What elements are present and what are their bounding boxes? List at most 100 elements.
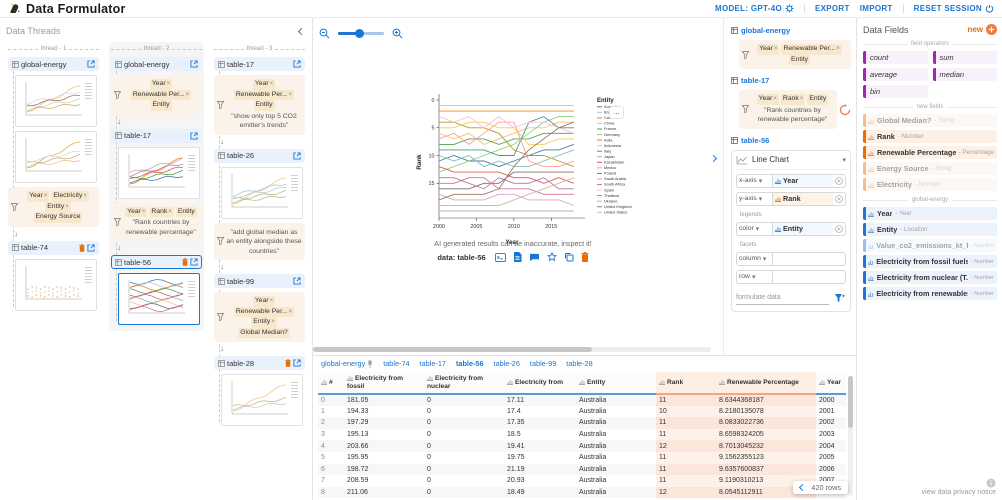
concept-card[interactable]: Year× Electricity×Entity×Energy Source [8,187,99,227]
remove-chip-icon[interactable]: × [773,96,777,102]
data-field-item[interactable]: Renewable Percentage - Percentage [863,146,997,159]
series-United-Kingdom[interactable] [438,121,574,201]
export-button[interactable]: EXPORT [815,4,850,13]
field-chip[interactable]: Entity [253,100,275,111]
concept-card[interactable]: Year× Rank× Entity "Rank countries by renew… [111,202,202,242]
field-chip[interactable]: Year× [756,94,779,105]
model-selector[interactable]: MODEL: GPT-4O [715,4,794,13]
field-chip[interactable]: Renewable Per...× [233,306,295,318]
data-field-item[interactable]: Entity - Location [863,223,997,236]
data-field-item[interactable]: Energy Source - String [863,162,997,175]
export-table-icon[interactable] [293,60,301,68]
operator-chip-bin[interactable]: bin [863,85,928,98]
field-chip[interactable]: Renewable Per...× [130,89,192,101]
table-tab-table-56[interactable]: table-56 [456,359,484,368]
zoom-in-icon[interactable] [392,28,403,39]
carousel-scrollbar[interactable] [313,347,711,352]
column-header[interactable]: Renewable Percentage [716,372,816,395]
export-table-icon[interactable] [87,60,95,68]
remove-chip-icon[interactable]: × [774,46,778,52]
field-chip[interactable]: Electricity× [51,191,89,202]
remove-field-icon[interactable] [835,224,843,233]
export-table-icon[interactable] [190,60,198,68]
data-field-item[interactable]: Electricity - Number [863,178,997,191]
chart-thumbnail[interactable] [221,374,303,427]
builder-concept-card[interactable]: Year× Renewable Per...×Entity [739,40,851,70]
chart-thumbnail[interactable] [118,146,200,199]
formulate-data-input[interactable]: formulate data [736,294,829,305]
remove-chip-icon[interactable]: × [83,193,87,199]
series-France[interactable] [439,132,574,145]
row-count-chip[interactable]: 420 rows [793,481,848,494]
encoding-field-chip[interactable]: Year [773,174,833,187]
field-chip[interactable]: Entity× [251,317,277,328]
duplicate-button[interactable] [564,252,574,262]
column-header[interactable]: Year [816,372,846,395]
data-field-item[interactable]: Electricity from fossil fuels (...- Numb… [863,255,997,268]
remove-chip-icon[interactable]: × [289,92,293,98]
data-field-item[interactable]: Value_co2_emissions_kt_by...- Number [863,239,997,252]
operator-chip-count[interactable]: count [863,51,928,64]
formulate-icon[interactable] [833,292,846,305]
field-chip[interactable]: Entity [150,100,172,111]
chart-thumbnail[interactable] [221,166,303,219]
comment-button[interactable] [529,253,540,262]
remove-chip-icon[interactable]: × [270,81,274,87]
remove-chip-icon[interactable]: × [271,319,275,325]
remove-chip-icon[interactable]: × [186,92,190,98]
column-header[interactable]: # [318,372,344,395]
delete-table-icon[interactable] [79,243,85,252]
chart-thumbnail[interactable] [15,258,97,311]
series-India[interactable] [439,121,574,168]
table-row[interactable]: 4 203.66 0 19.41 Australia 12 8.7013045232 2004 [318,440,846,452]
chart-thumbnail[interactable] [15,75,97,127]
export-table-icon[interactable] [190,258,198,266]
field-chip[interactable]: Global Median? [238,327,290,339]
data-field-item[interactable]: Rank - Number [863,130,997,143]
encoding-field-chip[interactable]: Rank [773,192,833,205]
info-icon[interactable] [986,478,996,488]
thread-table-card[interactable]: table-28 [214,356,305,371]
builder-table-link[interactable]: table-56 [731,136,851,145]
table-tab-table-99[interactable]: table-99 [530,359,556,368]
data-field-item[interactable]: Electricity from renewables ...- Number [863,287,997,300]
column-header[interactable]: Electricity from fossil [344,372,424,395]
chart-thumbnail[interactable] [118,273,200,326]
concept-card[interactable]: Year×Renewable Per...×Entity "show only t… [214,75,305,135]
thread-table-card[interactable]: table-74 [8,240,99,255]
encoding-channel-select[interactable]: x-axis ▾ [737,174,773,187]
column-header[interactable]: Electricity from [504,372,576,395]
operator-chip-sum[interactable]: sum [932,51,997,64]
export-table-icon[interactable] [293,152,301,160]
table-scrollbar[interactable] [848,376,853,496]
thread-table-card[interactable]: table-56 [111,255,202,270]
encoding-channel-select[interactable]: color ▾ [737,222,773,235]
field-chip[interactable]: Entity [789,54,810,66]
table-scrollbar-thumb[interactable] [848,376,853,428]
column-header[interactable]: Rank [656,372,716,395]
field-chip[interactable]: Energy Source [33,212,83,223]
concept-card[interactable]: "add global median as an entity alongsid… [214,222,305,261]
thread-table-card[interactable]: table-99 [214,274,305,289]
field-chip[interactable]: Year× [149,79,173,90]
field-chip[interactable]: Rank× [780,94,806,105]
remove-chip-icon[interactable]: × [836,46,840,52]
favorite-star-button[interactable] [546,252,557,262]
field-chip[interactable]: Renewable Per...× [233,89,295,101]
concept-card[interactable]: Year×Renewable Per...×Entity×Global Medi… [214,292,305,343]
remove-field-icon[interactable] [835,194,843,203]
gear-icon[interactable] [785,4,794,13]
table-row[interactable]: 2 197.29 0 17.35 Australia 11 8.0833022736 2002 [318,417,846,429]
table-row[interactable]: 3 195.13 0 18.5 Australia 11 8.6598324205 2003 [318,428,846,441]
remove-chip-icon[interactable]: × [142,209,146,215]
builder-table-link[interactable]: table-17 [731,76,851,85]
field-chip[interactable]: Year× [252,296,276,307]
column-header[interactable]: Electricity from nuclear [424,372,504,395]
remove-chip-icon[interactable]: × [800,96,804,102]
builder-table-link[interactable]: global-energy [731,26,851,35]
field-chip[interactable]: Renewable Per...× [781,44,842,55]
concept-card[interactable]: Year×Renewable Per...×Entity [111,75,202,115]
series-Mexico[interactable] [438,121,574,168]
zoom-slider-thumb[interactable] [355,29,364,38]
column-header[interactable]: Entity [576,372,656,395]
